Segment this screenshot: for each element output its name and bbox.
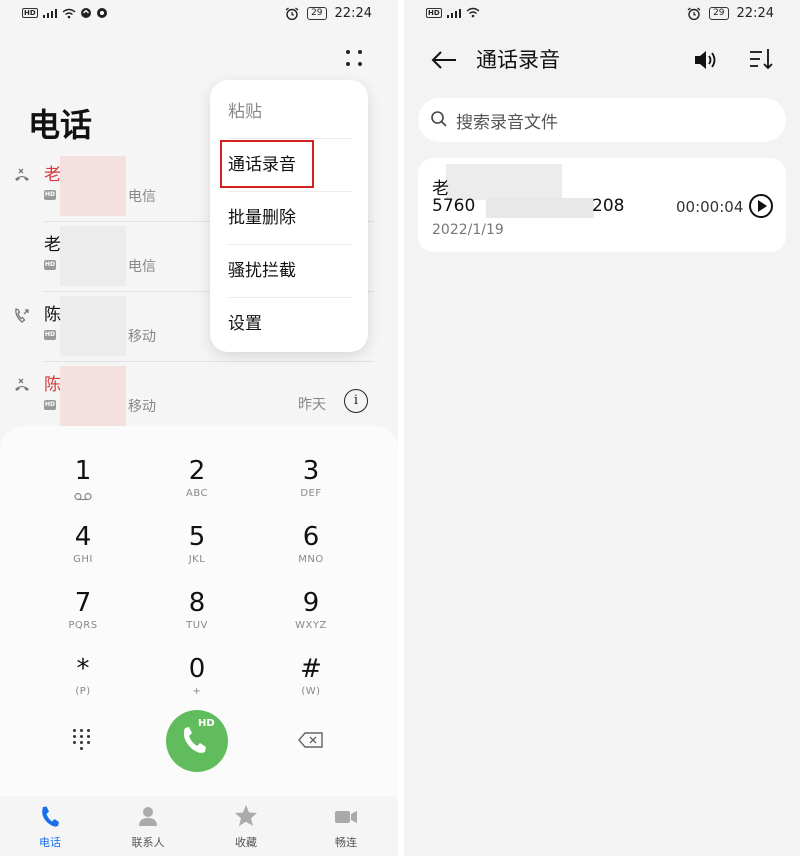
bottom-tab-bar: 电话 联系人 收藏 畅连 <box>0 796 398 856</box>
dial-key-3[interactable]: 3 DEF <box>256 456 366 516</box>
search-icon <box>431 111 447 127</box>
menu-item-harass-block[interactable]: 骚扰拦截 <box>228 245 352 298</box>
phone-icon <box>42 806 59 827</box>
redacted-area <box>60 296 126 356</box>
dial-key-star[interactable]: * (P) <box>28 654 138 714</box>
hd-call-badge: HD <box>44 400 56 410</box>
location-icon <box>96 8 107 18</box>
contact-name: 陈 <box>44 375 61 395</box>
recording-number-end: 208 <box>592 196 625 216</box>
backspace-icon[interactable] <box>298 732 324 748</box>
call-recording-screen: HD 29 22:24 通话录音 搜索录音文件 老 5760 208 2022/… <box>404 0 800 856</box>
hd-call-badge: HD <box>44 190 56 200</box>
dialpad: 1 2 ABC 3 DEF 4 GHI 5 JKL 6 MNO 7 PQRS 8 TUV 9W… <box>0 426 398 796</box>
alarm-icon <box>687 7 701 20</box>
sort-icon[interactable] <box>748 46 774 72</box>
carrier-label: 移动 <box>128 399 156 415</box>
redacted-area <box>60 366 126 426</box>
highlight-annotation <box>220 140 314 188</box>
page-title: 通话录音 <box>476 48 560 72</box>
dial-key-hash[interactable]: # (W) <box>256 654 366 714</box>
carrier-label: 电信 <box>128 189 156 205</box>
hd-label: HD <box>198 718 215 729</box>
alarm-icon <box>285 7 299 20</box>
signal-icon <box>446 8 461 18</box>
sync-icon <box>80 8 91 18</box>
carrier-label: 电信 <box>128 259 156 275</box>
call-button[interactable]: HD <box>166 710 228 772</box>
star-icon <box>235 805 257 826</box>
missed-call-icon <box>15 168 29 181</box>
contacts-icon <box>139 807 157 826</box>
status-time: 22:24 <box>334 6 372 21</box>
hd-call-badge: HD <box>44 260 56 270</box>
menu-item-paste[interactable]: 粘贴 <box>228 86 352 139</box>
tab-meetime[interactable]: 畅连 <box>306 802 386 854</box>
dial-key-6[interactable]: 6 MNO <box>256 522 366 582</box>
back-arrow-icon[interactable] <box>430 48 458 72</box>
dial-key-8[interactable]: 8 TUV <box>142 588 252 648</box>
dialpad-toggle-icon[interactable] <box>72 728 94 752</box>
redacted-area <box>486 198 594 218</box>
wifi-icon <box>466 7 480 18</box>
status-bar: HD 29 22:24 <box>404 0 800 28</box>
redacted-area <box>446 164 562 200</box>
title-bar: 通话录音 <box>404 40 800 80</box>
page-title: 电话 <box>28 106 93 144</box>
recording-item[interactable]: 老 5760 208 2022/1/19 00:00:04 <box>418 158 786 252</box>
recording-number-start: 5760 <box>432 196 476 216</box>
dial-key-2[interactable]: 2 ABC <box>142 456 252 516</box>
redacted-area <box>60 156 126 216</box>
menu-item-batch-delete[interactable]: 批量删除 <box>228 192 352 245</box>
tab-contacts[interactable]: 联系人 <box>108 802 188 854</box>
tab-phone[interactable]: 电话 <box>10 802 90 854</box>
wifi-icon <box>62 8 76 18</box>
recording-date: 2022/1/19 <box>432 222 504 238</box>
missed-call-icon <box>15 378 29 391</box>
voicemail-icon <box>74 492 92 501</box>
search-placeholder: 搜索录音文件 <box>456 113 558 133</box>
signal-icon <box>42 9 57 18</box>
dial-key-1[interactable]: 1 <box>28 456 138 516</box>
play-icon[interactable] <box>749 194 773 218</box>
video-call-icon <box>335 811 357 823</box>
menu-item-settings[interactable]: 设置 <box>228 298 352 351</box>
status-bar: HD 29 22:24 <box>0 0 398 28</box>
hd-indicator: HD <box>22 8 38 18</box>
contact-name: 老 <box>44 165 61 185</box>
call-log-row[interactable]: 陈 HD 移动 昨天 i <box>0 362 398 432</box>
dial-key-9[interactable]: 9 WXYZ <box>256 588 366 648</box>
contact-name: 陈 <box>44 305 61 325</box>
recording-duration: 00:00:04 <box>676 198 744 216</box>
overflow-menu: 粘贴 通话录音 批量删除 骚扰拦截 设置 <box>210 80 368 352</box>
battery-icon: 29 <box>709 7 729 20</box>
dial-key-5[interactable]: 5 JKL <box>142 522 252 582</box>
speaker-icon[interactable] <box>692 48 720 72</box>
carrier-label: 移动 <box>128 329 156 345</box>
outgoing-call-icon <box>15 308 29 323</box>
info-icon[interactable]: i <box>344 389 368 413</box>
redacted-area <box>60 226 126 286</box>
dial-key-0[interactable]: 0 + <box>142 654 252 714</box>
dial-key-7[interactable]: 7 PQRS <box>28 588 138 648</box>
contact-name: 老 <box>44 235 61 255</box>
tab-favorites[interactable]: 收藏 <box>206 802 286 854</box>
more-menu-icon[interactable] <box>342 48 368 70</box>
status-time: 22:24 <box>736 6 774 21</box>
hd-indicator: HD <box>426 7 442 18</box>
dial-key-4[interactable]: 4 GHI <box>28 522 138 582</box>
battery-icon: 29 <box>307 7 327 20</box>
hd-call-badge: HD <box>44 330 56 340</box>
search-input[interactable]: 搜索录音文件 <box>418 98 786 142</box>
phone-app-screen: HD 29 22:24 电话 老 HD 电信 老 HD 电信 陈 HD 移动 陈… <box>0 0 398 856</box>
call-time: 昨天 <box>298 397 326 413</box>
